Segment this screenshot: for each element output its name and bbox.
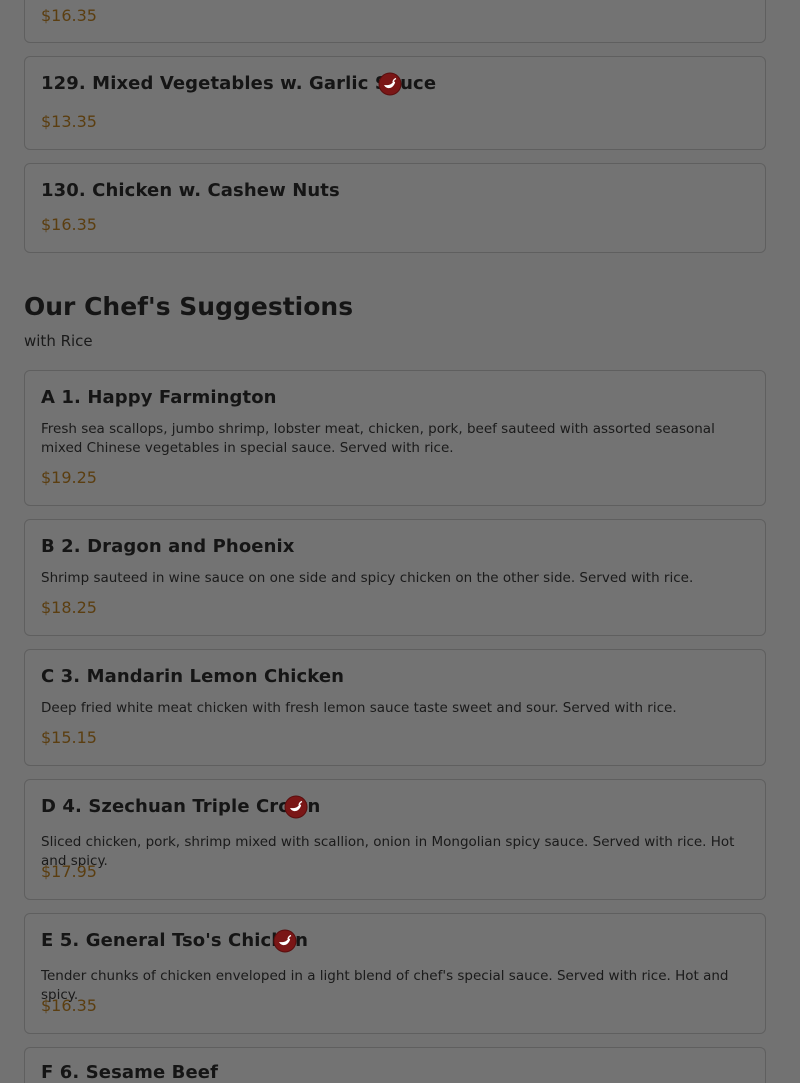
menu-item-card[interactable]: C 3. Mandarin Lemon Chicken Deep fried w…	[24, 649, 766, 766]
item-price: $15.15	[41, 728, 97, 747]
section-title: Our Chef's Suggestions	[24, 292, 354, 321]
menu-item-card[interactable]: D 4. Szechuan Triple Crown Sliced chicke…	[24, 779, 766, 900]
menu-item-card[interactable]: E 5. General Tso's Chicken Tender chunks…	[24, 913, 766, 1034]
item-price: $16.35	[41, 215, 97, 234]
menu-item-card[interactable]: A 1. Happy Farmington Fresh sea scallops…	[24, 370, 766, 506]
item-name: E 5. General Tso's Chicken	[41, 930, 309, 951]
item-price: $19.25	[41, 468, 97, 487]
item-description: Sliced chicken, pork, shrimp mixed with …	[41, 834, 735, 869]
item-price: $16.35	[41, 6, 97, 25]
item-name: D 4. Szechuan Triple Crown	[41, 796, 321, 817]
item-name: B 2. Dragon and Phoenix	[41, 536, 295, 557]
item-name: F 6. Sesame Beef	[41, 1062, 219, 1083]
item-description: Shrimp sauteed in wine sauce on one side…	[41, 570, 694, 586]
item-name: 129. Mixed Vegetables w. Garlic Sauce	[41, 73, 437, 94]
item-name: 130. Chicken w. Cashew Nuts	[41, 180, 340, 201]
menu-item-card[interactable]: 130. Chicken w. Cashew Nuts $16.35	[24, 163, 766, 253]
item-price: $16.35	[41, 996, 97, 1015]
item-price: $18.25	[41, 598, 97, 617]
menu-item-card[interactable]: F 6. Sesame Beef	[24, 1047, 766, 1083]
menu-item-card[interactable]: $16.35	[24, 0, 766, 43]
item-description: Tender chunks of chicken enveloped in a …	[41, 968, 729, 1003]
chili-pepper-icon	[273, 929, 297, 953]
menu-item-card[interactable]: 129. Mixed Vegetables w. Garlic Sauce $1…	[24, 56, 766, 150]
menu-item-card[interactable]: B 2. Dragon and Phoenix Shrimp sauteed i…	[24, 519, 766, 636]
item-name: C 3. Mandarin Lemon Chicken	[41, 666, 345, 687]
item-price: $17.95	[41, 862, 97, 881]
item-price: $13.35	[41, 112, 97, 131]
chili-pepper-icon	[378, 72, 402, 96]
item-description: Deep fried white meat chicken with fresh…	[41, 700, 677, 716]
menu-page: $16.35 129. Mixed Vegetables w. Garlic S…	[0, 0, 800, 1083]
item-description: Fresh sea scallops, jumbo shrimp, lobste…	[41, 421, 715, 456]
item-name: A 1. Happy Farmington	[41, 387, 277, 408]
chili-pepper-icon	[284, 795, 308, 819]
section-subtitle: with Rice	[24, 332, 93, 350]
